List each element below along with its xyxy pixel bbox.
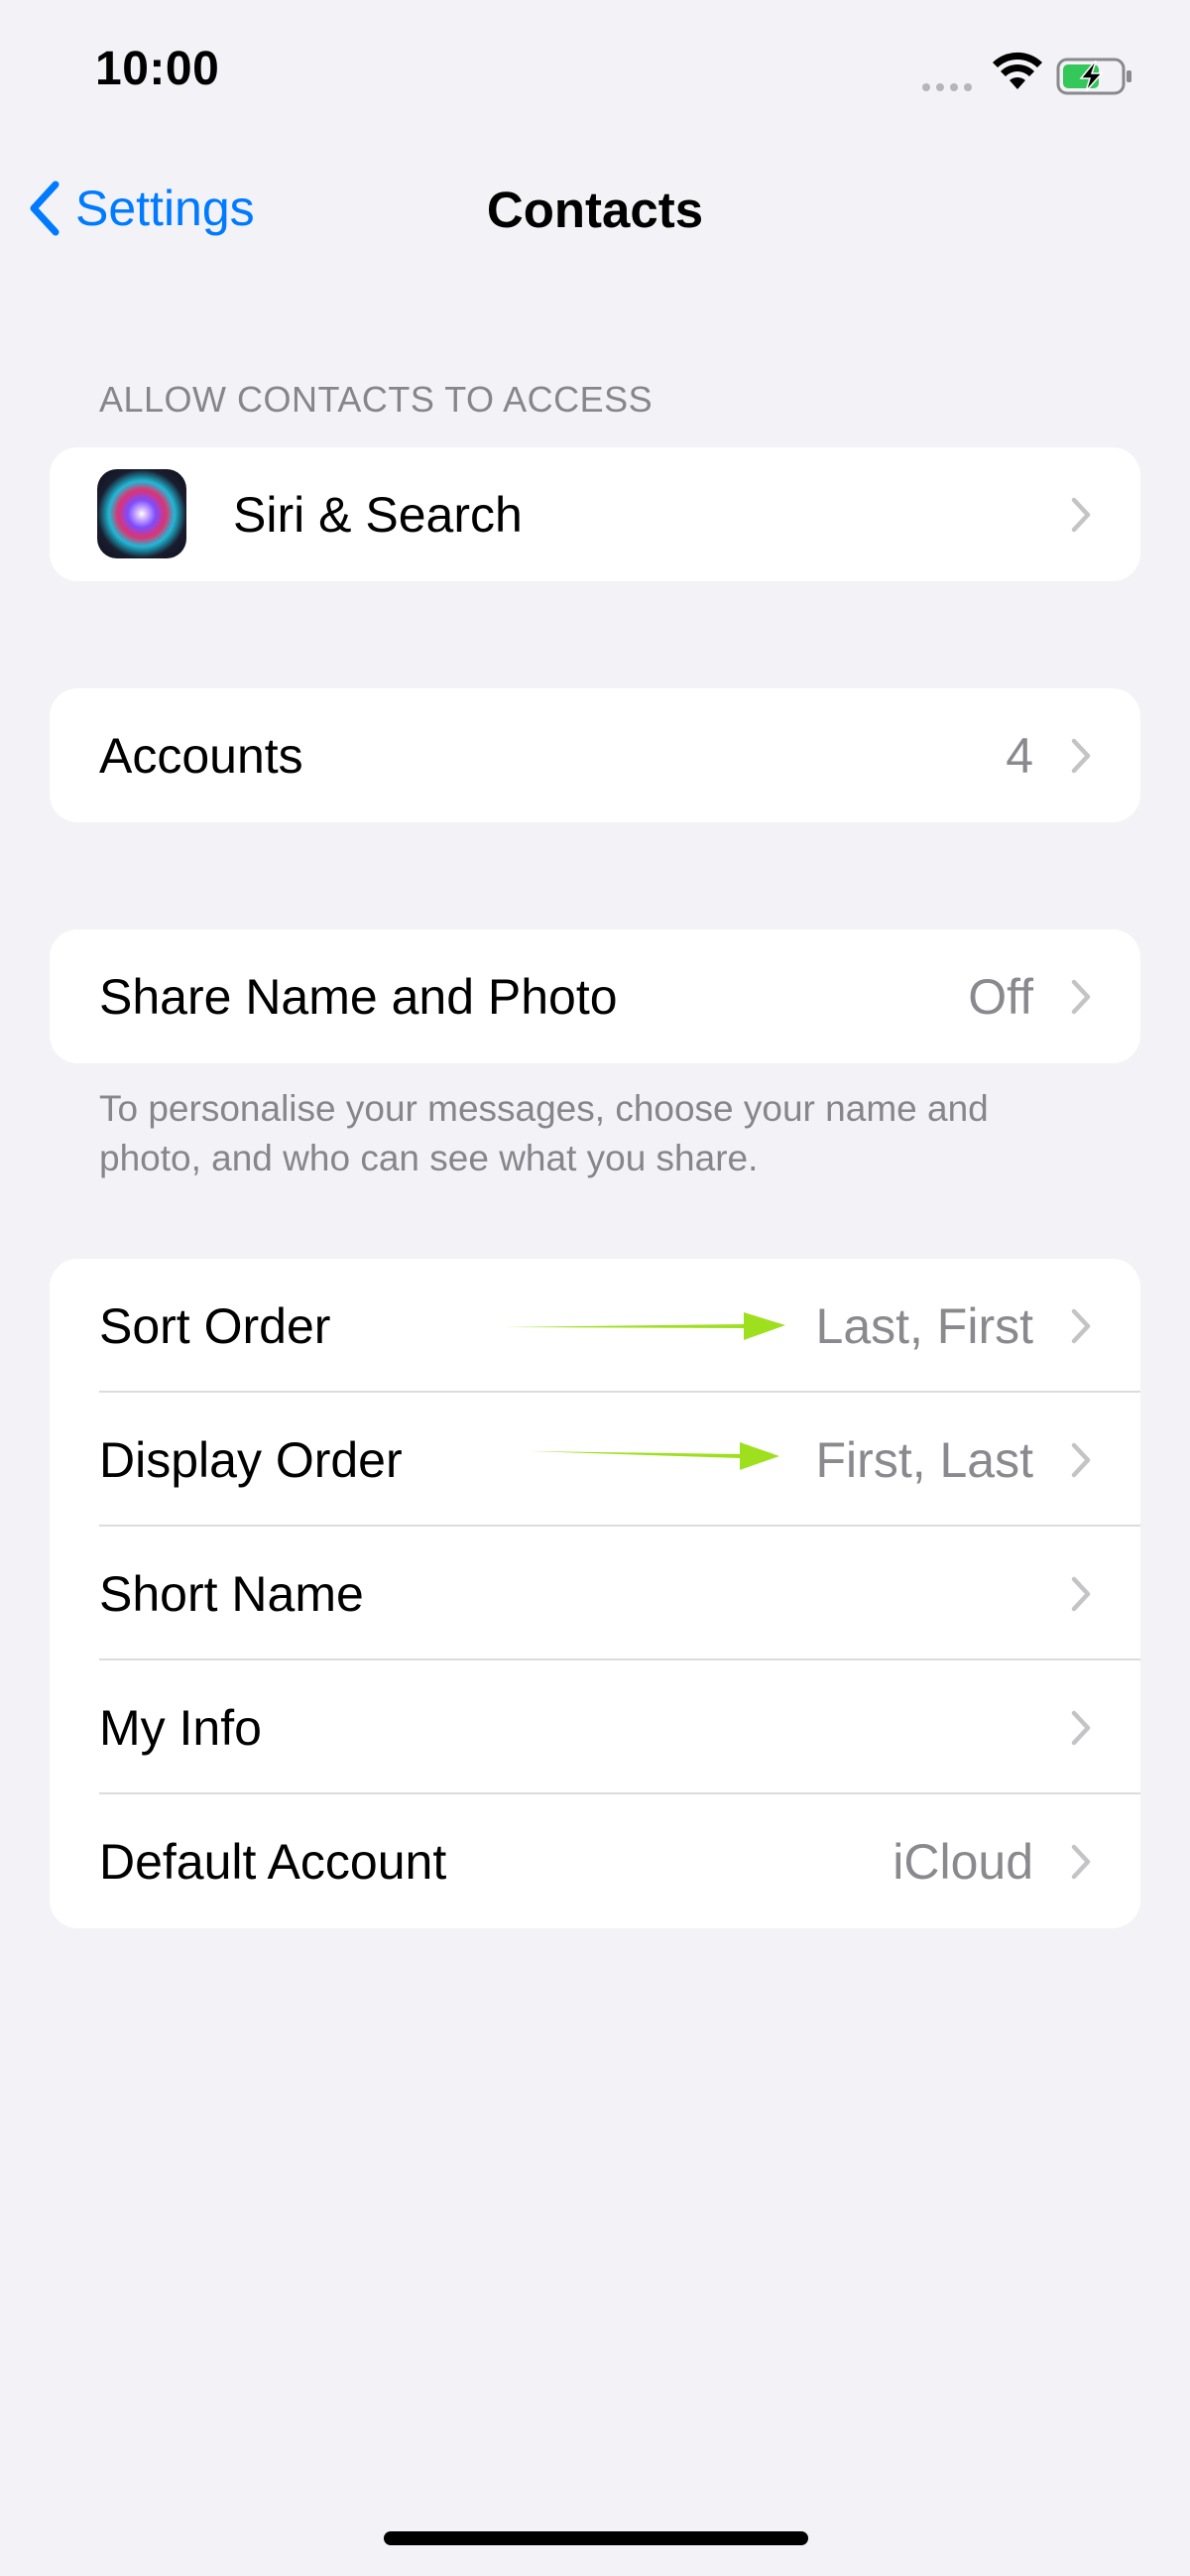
display-order-value: First, Last	[815, 1431, 1033, 1488]
home-indicator[interactable]	[384, 2531, 808, 2545]
my-info-row[interactable]: My Info	[50, 1660, 1140, 1794]
chevron-right-icon	[1071, 1442, 1091, 1477]
my-info-label: My Info	[99, 1699, 262, 1756]
sort-order-label: Sort Order	[99, 1297, 331, 1354]
default-account-row[interactable]: Default Account iCloud	[50, 1794, 1140, 1928]
default-account-label: Default Account	[99, 1833, 447, 1890]
short-name-row[interactable]: Short Name	[50, 1527, 1140, 1660]
accounts-label: Accounts	[99, 727, 303, 784]
status-bar: 10:00	[0, 0, 1190, 149]
annotation-arrow-icon	[529, 1442, 779, 1470]
share-name-photo-footer: To personalise your messages, choose you…	[99, 1088, 989, 1178]
contacts-settings-screen: 10:00 Settings Contacts ALLOW CONTACTS T…	[0, 0, 1190, 2576]
chevron-right-icon	[1071, 979, 1091, 1014]
chevron-right-icon	[1071, 1308, 1091, 1343]
sort-order-value: Last, First	[815, 1297, 1033, 1354]
allow-access-group: Siri & Search	[50, 447, 1140, 581]
contact-settings-group: Sort Order Last, First Display Order Fir…	[50, 1259, 1140, 1928]
chevron-right-icon	[1071, 1844, 1091, 1879]
status-time: 10:00	[95, 43, 220, 95]
accounts-count: 4	[1006, 727, 1033, 784]
allow-access-header: ALLOW CONTACTS TO ACCESS	[99, 379, 654, 420]
navigation-bar: Settings Contacts	[0, 159, 1190, 258]
page-title: Contacts	[486, 182, 704, 238]
default-account-value: iCloud	[892, 1833, 1033, 1890]
accounts-row[interactable]: Accounts 4	[50, 688, 1140, 822]
short-name-label: Short Name	[99, 1565, 364, 1622]
share-name-photo-value: Off	[968, 968, 1033, 1025]
share-name-photo-row[interactable]: Share Name and Photo Off	[50, 929, 1140, 1063]
wifi-icon	[993, 52, 1042, 89]
share-name-photo-label: Share Name and Photo	[99, 968, 618, 1025]
annotation-arrow-icon	[501, 1312, 785, 1340]
chevron-right-icon	[1071, 1576, 1091, 1611]
siri-icon	[97, 469, 186, 558]
chevron-right-icon	[1071, 738, 1091, 773]
accounts-group: Accounts 4	[50, 688, 1140, 822]
siri-search-label: Siri & Search	[233, 486, 523, 543]
siri-search-row[interactable]: Siri & Search	[50, 447, 1140, 581]
chevron-right-icon	[1071, 497, 1091, 532]
share-name-photo-group: Share Name and Photo Off	[50, 929, 1140, 1063]
battery-charging-icon	[1056, 58, 1131, 95]
cellular-signal-icon	[922, 83, 972, 91]
chevron-right-icon	[1071, 1710, 1091, 1745]
display-order-label: Display Order	[99, 1431, 403, 1488]
